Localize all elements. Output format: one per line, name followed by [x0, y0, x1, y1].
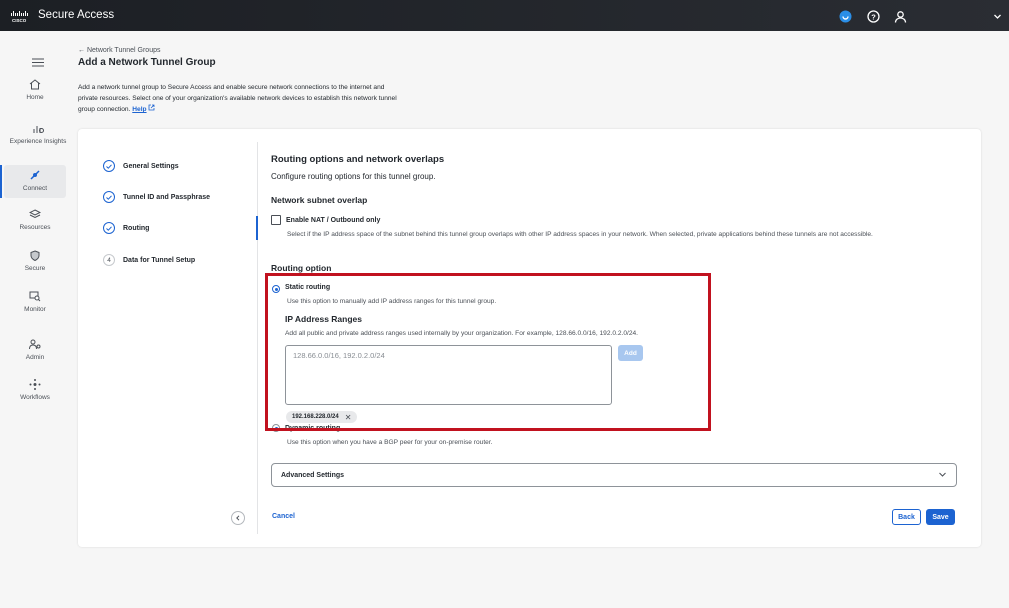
cisco-logo: CISCO: [11, 11, 28, 23]
menu-icon[interactable]: [32, 54, 44, 72]
sidebar: Home Experience Insights Connect Resourc…: [0, 31, 76, 608]
checkmark-icon: [103, 222, 115, 234]
step-label: Tunnel ID and Passphrase: [123, 193, 211, 201]
app-title: Secure Access: [38, 9, 115, 21]
status-icon[interactable]: [838, 9, 852, 23]
sidebar-item-secure[interactable]: Secure: [4, 250, 66, 273]
chevron-down-icon[interactable]: [990, 9, 1004, 23]
page-title: Add a Network Tunnel Group: [78, 57, 216, 68]
collapse-steps-button[interactable]: [231, 511, 245, 525]
step-general-settings[interactable]: General Settings: [103, 159, 179, 173]
sidebar-item-home[interactable]: Home: [4, 79, 66, 102]
sidebar-item-experience-insights[interactable]: Experience Insights: [5, 123, 71, 146]
step-divider: [257, 142, 258, 534]
top-bar: CISCO Secure Access ?: [0, 0, 1009, 31]
monitor-icon: [29, 291, 41, 302]
shield-icon: [30, 250, 40, 261]
step-label: Data for Tunnel Setup: [123, 256, 196, 264]
nat-checkbox[interactable]: [271, 215, 281, 225]
insights-icon: [33, 126, 44, 133]
routing-option-heading: Routing option: [271, 263, 332, 273]
checkmark-icon: [103, 160, 115, 172]
page-header: ← Network Tunnel Groups Add a Network Tu…: [78, 47, 408, 68]
nat-description: Select if the IP address space of the su…: [287, 231, 873, 238]
sidebar-item-label: Connect: [22, 185, 48, 192]
chevron-left-icon: [236, 515, 240, 521]
sidebar-item-workflows[interactable]: Workflows: [4, 379, 66, 402]
page-description: Add a network tunnel group to Secure Acc…: [78, 82, 398, 115]
sidebar-item-label: Admin: [25, 354, 45, 361]
chevron-down-icon: [938, 470, 947, 481]
step-number: 4: [103, 254, 115, 266]
external-link-icon[interactable]: [148, 104, 155, 111]
active-step-indicator: [256, 216, 258, 240]
routing-title: Routing options and network overlaps: [271, 154, 445, 165]
admin-icon: [29, 339, 41, 350]
sidebar-item-label: Workflows: [20, 394, 50, 401]
checkmark-icon: [103, 191, 115, 203]
step-data-for-tunnel-setup[interactable]: 4 Data for Tunnel Setup: [103, 253, 195, 267]
sidebar-item-connect[interactable]: Connect: [0, 165, 66, 198]
step-label: Routing: [123, 224, 150, 232]
home-icon: [29, 79, 41, 90]
sidebar-item-admin[interactable]: Admin: [4, 339, 66, 362]
advanced-settings-accordion[interactable]: Advanced Settings: [271, 463, 957, 487]
advanced-settings-label: Advanced Settings: [281, 471, 345, 479]
step-label: General Settings: [123, 162, 179, 170]
page-description-text: Add a network tunnel group to Secure Acc…: [78, 84, 397, 113]
connect-icon: [30, 170, 40, 180]
cancel-button[interactable]: Cancel: [272, 513, 295, 520]
back-button[interactable]: Back: [892, 509, 921, 525]
sidebar-item-label: Resources: [19, 224, 51, 231]
svg-text:CISCO: CISCO: [12, 18, 27, 23]
sidebar-item-label: Monitor: [24, 306, 46, 313]
help-link[interactable]: Help: [132, 106, 146, 113]
help-icon[interactable]: ?: [866, 9, 880, 23]
sidebar-item-label: Home: [26, 94, 44, 101]
workflows-icon: [29, 379, 41, 390]
step-tunnel-id[interactable]: Tunnel ID and Passphrase: [103, 190, 210, 204]
overlap-heading: Network subnet overlap: [271, 195, 368, 205]
user-icon[interactable]: [893, 9, 907, 23]
step-routing[interactable]: Routing: [103, 221, 149, 235]
sidebar-item-monitor[interactable]: Monitor: [4, 291, 66, 314]
nat-label: Enable NAT / Outbound only: [286, 216, 381, 224]
sidebar-item-resources[interactable]: Resources: [4, 209, 66, 232]
nat-checkbox-row[interactable]: Enable NAT / Outbound only: [271, 215, 380, 225]
dynamic-routing-desc: Use this option when you have a BGP peer…: [287, 439, 493, 446]
sidebar-item-label: Experience Insights: [9, 138, 67, 145]
breadcrumb[interactable]: ← Network Tunnel Groups: [78, 47, 408, 54]
routing-subtitle: Configure routing options for this tunne…: [271, 172, 436, 181]
sidebar-item-label: Secure: [24, 265, 46, 272]
save-button[interactable]: Save: [926, 509, 955, 525]
svg-text:?: ?: [871, 12, 876, 21]
resources-icon: [29, 209, 41, 219]
highlight-box: [265, 273, 711, 431]
